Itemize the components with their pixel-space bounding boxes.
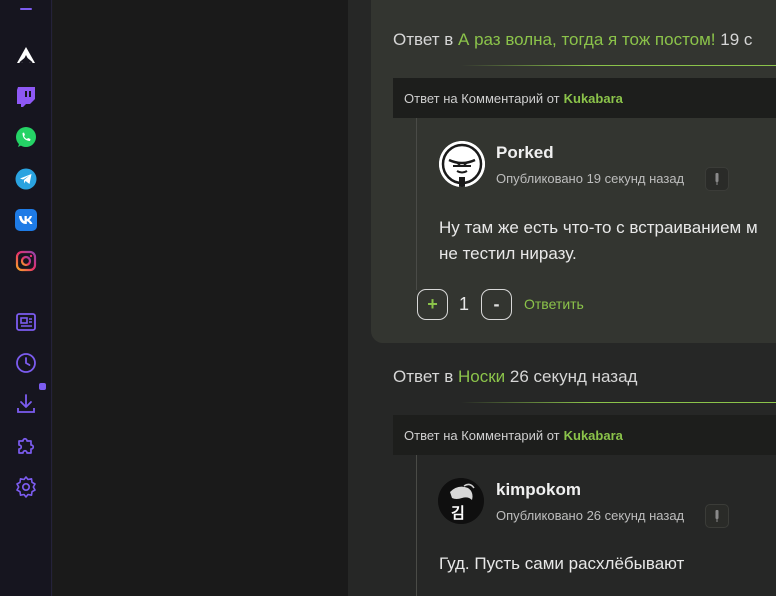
logo-icon[interactable] xyxy=(14,43,38,67)
divider xyxy=(461,402,776,403)
avatar[interactable] xyxy=(439,141,485,187)
upvote-button[interactable]: + xyxy=(417,289,448,320)
reply-prefix: Ответ в xyxy=(393,367,454,386)
app-window: Ответ в А раз волна, тогда я тож постом!… xyxy=(0,0,776,596)
whatsapp-icon[interactable] xyxy=(14,125,38,149)
comment-text-line: Гуд. Пусть сами расхлёбывают xyxy=(439,554,685,573)
reply-button[interactable]: Ответить xyxy=(524,296,584,312)
pin-icon[interactable] xyxy=(705,167,729,191)
publish-time: Опубликовано 19 секунд назад xyxy=(496,171,685,186)
thread-link[interactable]: А раз волна, тогда я тож постом! xyxy=(458,30,716,49)
vote-score: 1 xyxy=(459,294,470,314)
avatar-logo: 김 xyxy=(451,504,465,522)
pin-icon[interactable] xyxy=(705,504,729,528)
downvote-button[interactable]: - xyxy=(481,289,512,320)
avatar[interactable]: 김 xyxy=(438,478,484,524)
reply-heading: Ответ в А раз волна, тогда я тож постом!… xyxy=(393,30,752,50)
news-icon[interactable] xyxy=(14,310,38,334)
twitch-icon[interactable] xyxy=(14,85,38,109)
history-icon[interactable] xyxy=(14,351,38,375)
username[interactable]: Porked xyxy=(496,143,554,163)
parent-label: Ответ на Комментарий от xyxy=(404,427,560,443)
time-ago: 19 с xyxy=(715,30,753,49)
parent-author-link[interactable]: Kukabara xyxy=(564,91,623,106)
thread-line xyxy=(416,118,417,290)
parent-author-link[interactable]: Kukabara xyxy=(564,428,623,443)
parent-comment-bar[interactable]: Ответ на Комментарий от Kukabara xyxy=(393,415,776,455)
telegram-icon[interactable] xyxy=(14,167,38,191)
menu-icon[interactable] xyxy=(18,0,34,10)
reply-prefix: Ответ в xyxy=(393,30,454,49)
username[interactable]: kimpokom xyxy=(496,480,581,500)
sidebar-rail xyxy=(0,0,52,596)
parent-comment-bar[interactable]: Ответ на Комментарий от Kukabara xyxy=(393,78,776,118)
divider xyxy=(461,65,776,66)
publish-time: Опубликовано 26 секунд назад xyxy=(496,508,685,523)
reply-heading: Ответ в Носки 26 секунд назад xyxy=(393,367,637,387)
comment-text-line: Ну там же есть что-то с встраиванием м xyxy=(439,218,758,237)
download-icon[interactable] xyxy=(14,392,38,416)
extensions-icon[interactable] xyxy=(14,433,38,457)
instagram-icon[interactable] xyxy=(14,249,38,273)
thread-line xyxy=(416,455,417,596)
settings-icon[interactable] xyxy=(14,475,38,499)
time-ago: 26 секунд назад xyxy=(505,367,638,386)
secondary-panel xyxy=(53,0,348,596)
parent-label: Ответ на Комментарий от xyxy=(404,90,560,106)
vk-icon[interactable] xyxy=(14,208,38,232)
comment-text-line: не тестил ниразу. xyxy=(439,244,577,263)
thread-link[interactable]: Носки xyxy=(458,367,505,386)
notification-dot xyxy=(39,383,46,390)
